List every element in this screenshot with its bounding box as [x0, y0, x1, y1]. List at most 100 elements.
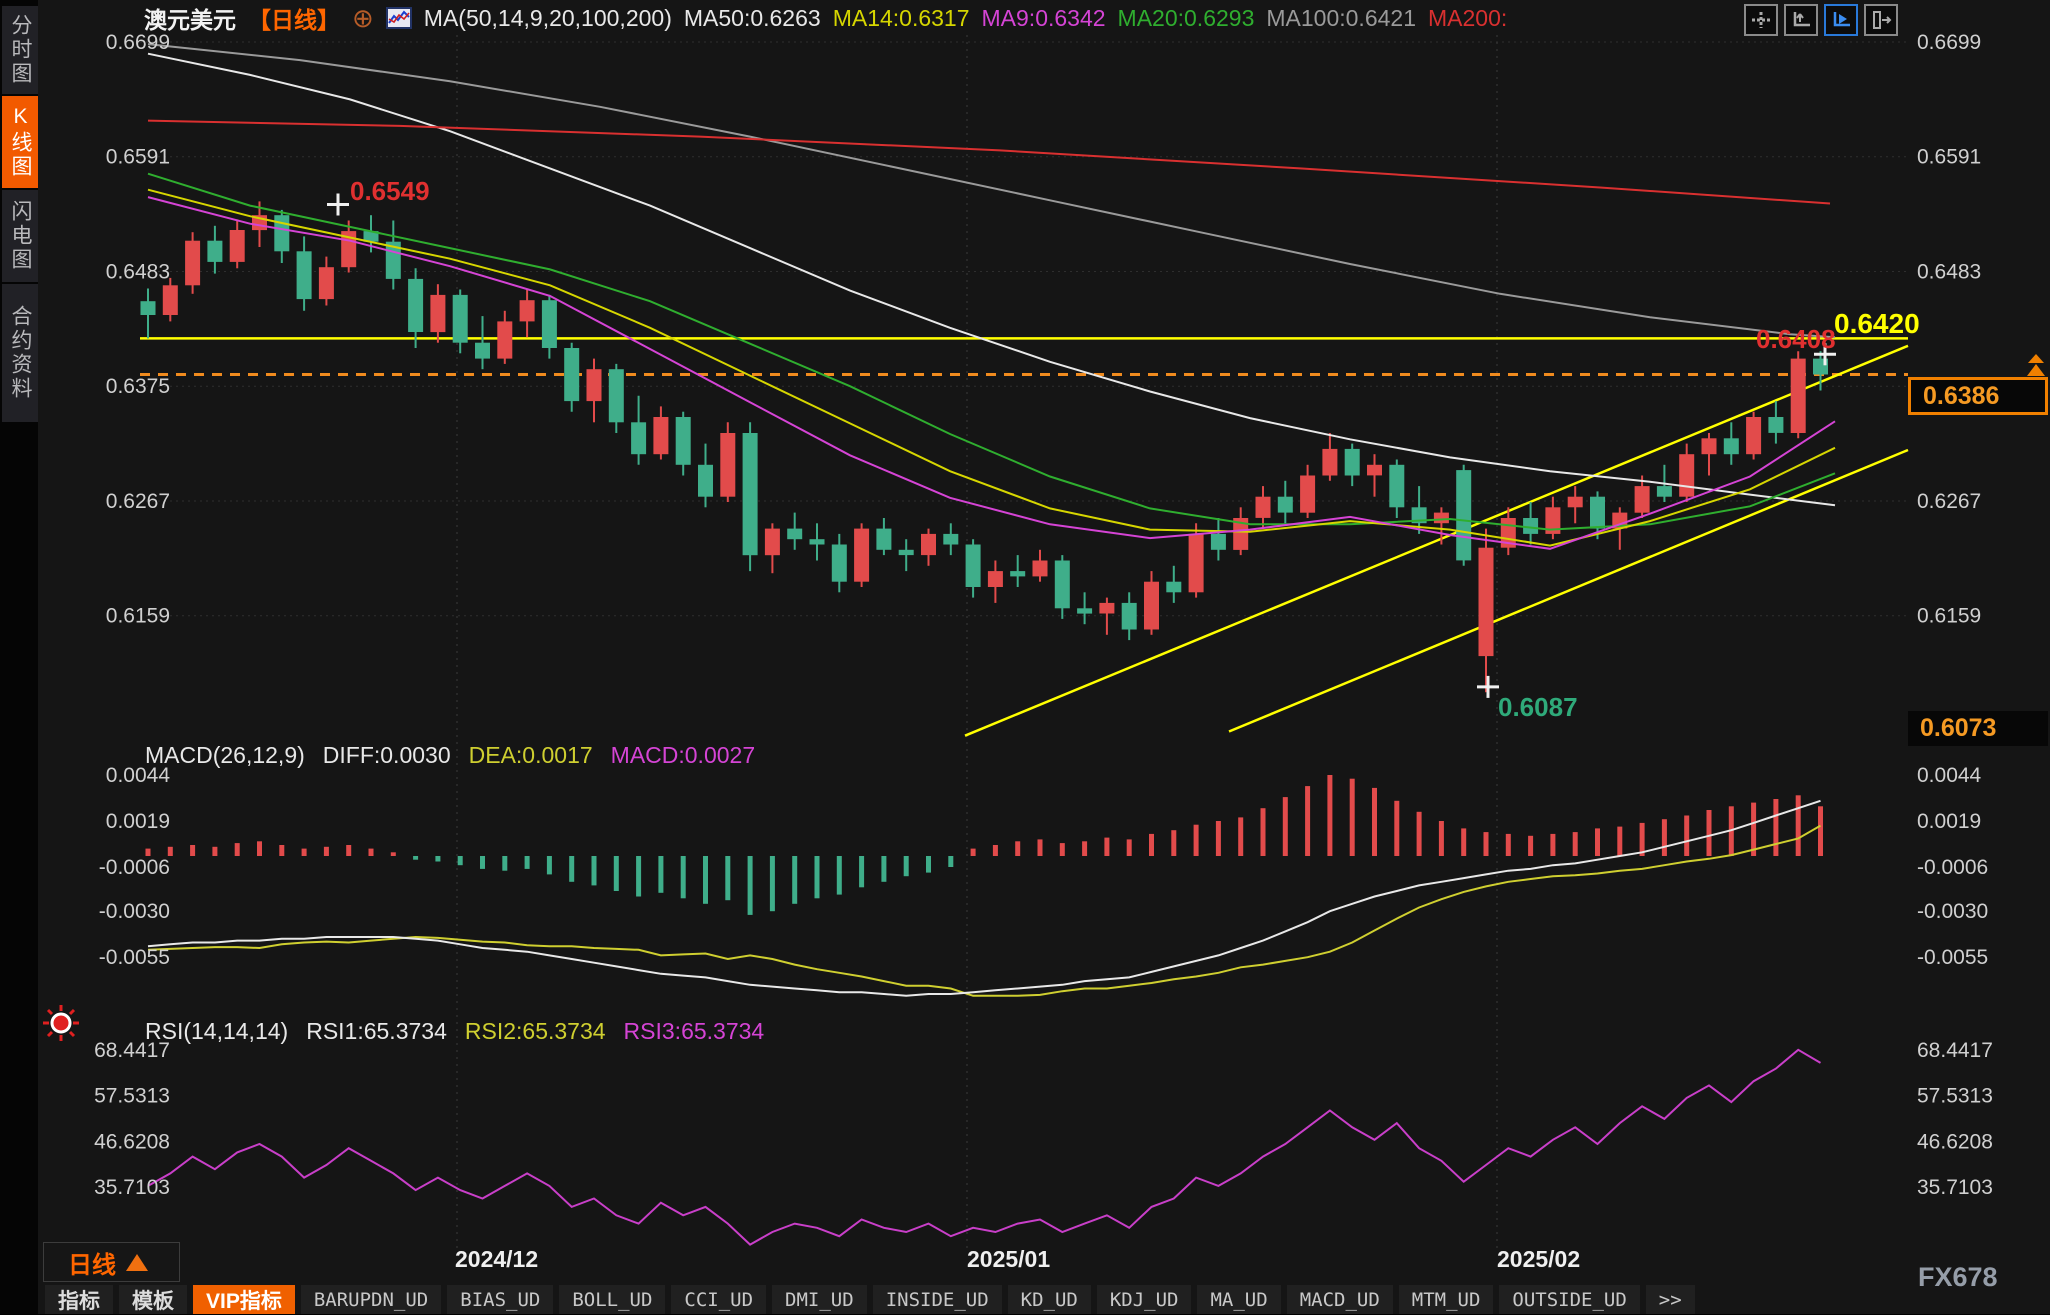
- trading-app: 分时图 K线图 闪电图 合约资料 0.66990.66990.65910.659…: [0, 0, 2050, 1314]
- svg-text:0.6159: 0.6159: [106, 605, 170, 628]
- tab-barupdn-ud[interactable]: BARUPDN_UD: [301, 1285, 441, 1314]
- svg-text:-0.0055: -0.0055: [1917, 946, 1988, 969]
- ma50-line: [148, 54, 1835, 506]
- macd-histogram: [146, 775, 1824, 915]
- svg-text:-0.0030: -0.0030: [99, 900, 170, 923]
- crosshair-target-icon[interactable]: ⊕: [352, 7, 374, 29]
- brand-watermark: FX678: [1918, 1262, 1998, 1293]
- ma20-value: MA20:0.6293: [1118, 5, 1255, 32]
- svg-text:-0.0055: -0.0055: [99, 946, 170, 969]
- svg-text:0.6699: 0.6699: [1917, 31, 1981, 54]
- svg-text:0.6159: 0.6159: [1917, 605, 1981, 628]
- tab-inside-ud[interactable]: INSIDE_UD: [873, 1285, 1002, 1314]
- macd-dea-value: DEA:0.0017: [469, 742, 593, 769]
- tab-kd-ud[interactable]: KD_UD: [1008, 1285, 1091, 1314]
- svg-text:0.6483: 0.6483: [1917, 261, 1981, 284]
- ma100-value: MA100:0.6421: [1266, 5, 1416, 32]
- pivot-markers: [327, 194, 1836, 698]
- indicator-tabbar: 指标 模板 VIP指标 BARUPDN_UD BIAS_UD BOLL_UD C…: [45, 1285, 1695, 1314]
- svg-text:0.6267: 0.6267: [106, 490, 170, 513]
- rsi3-value: RSI3:65.3734: [624, 1018, 765, 1045]
- candles: [141, 201, 1829, 692]
- tab-macd-ud[interactable]: MACD_UD: [1287, 1285, 1393, 1314]
- tab-cci-ud[interactable]: CCI_UD: [671, 1285, 766, 1314]
- svg-text:35.7103: 35.7103: [94, 1176, 170, 1199]
- x-axis-label-jan: 2025/01: [967, 1246, 1050, 1273]
- recent-high-label: 0.6408: [1756, 324, 1836, 355]
- scale-low-value: 0.6073: [1920, 714, 1996, 743]
- period-tag[interactable]: 【日线】: [248, 1, 340, 35]
- svg-text:0.0019: 0.0019: [106, 810, 170, 833]
- panel-expand-icon[interactable]: [1864, 4, 1898, 36]
- svg-text:46.6208: 46.6208: [94, 1130, 170, 1153]
- pan-tool-icon[interactable]: [1744, 4, 1778, 36]
- svg-text:68.4417: 68.4417: [1917, 1039, 1993, 1062]
- swing-high-label: 0.6549: [350, 176, 430, 207]
- ma-settings-label: MA(50,14,9,20,100,200): [424, 5, 672, 32]
- svg-text:46.6208: 46.6208: [1917, 1130, 1993, 1153]
- last-price-value: 0.6386: [1923, 382, 1999, 411]
- horizontal-levels: [140, 338, 1908, 374]
- macd-diff-value: DIFF:0.0030: [323, 742, 451, 769]
- svg-text:57.5313: 57.5313: [94, 1085, 170, 1108]
- chart-toolbar: [1744, 4, 1898, 36]
- triangle-up-icon: [126, 1254, 148, 1271]
- symbol-name: 澳元美元: [144, 1, 236, 35]
- svg-text:0.0044: 0.0044: [1917, 764, 1982, 787]
- price-up-arrow-icon: [2024, 354, 2048, 383]
- axis-scale-icon[interactable]: [1784, 4, 1818, 36]
- main-chart-svg: 0.66990.66990.65910.65910.64830.64830.63…: [0, 0, 2050, 1314]
- scale-low-badge: 0.6073: [1908, 711, 2048, 746]
- x-axis-label-feb: 2025/02: [1497, 1246, 1580, 1273]
- tab-boll-ud[interactable]: BOLL_UD: [559, 1285, 665, 1314]
- svg-text:0.6267: 0.6267: [1917, 490, 1981, 513]
- ma-lines: [148, 44, 1835, 549]
- diff-line: [148, 801, 1821, 996]
- mini-chart-icon[interactable]: [386, 7, 412, 29]
- chart-area: 0.66990.66990.65910.65910.64830.64830.63…: [38, 0, 2050, 1314]
- tab-ma-ud[interactable]: MA_UD: [1197, 1285, 1280, 1314]
- ma14-line: [148, 190, 1835, 546]
- tab-bias-ud[interactable]: BIAS_UD: [447, 1285, 553, 1314]
- macd-title: MACD(26,12,9): [145, 742, 305, 769]
- tab-kdj-ud[interactable]: KDJ_UD: [1097, 1285, 1192, 1314]
- tab-dmi-ud[interactable]: DMI_UD: [772, 1285, 867, 1314]
- x-axis-label-dec: 2024/12: [455, 1246, 538, 1273]
- svg-text:-0.0030: -0.0030: [1917, 900, 1988, 923]
- trendlines[interactable]: [965, 346, 1908, 736]
- ma14-value: MA14:0.6317: [833, 5, 970, 32]
- tab-indicator[interactable]: 指标: [45, 1285, 113, 1314]
- tab-vip-indicator[interactable]: VIP指标: [193, 1285, 295, 1314]
- ma50-value: MA50:0.6263: [684, 5, 821, 32]
- ma9-value: MA9:0.6342: [982, 5, 1106, 32]
- rsi-title: RSI(14,14,14): [145, 1018, 288, 1045]
- tab-mtm-ud[interactable]: MTM_UD: [1399, 1285, 1494, 1314]
- auto-scale-icon[interactable]: [1824, 4, 1858, 36]
- svg-text:0.6591: 0.6591: [106, 146, 170, 169]
- tab-outside-ud[interactable]: OUTSIDE_UD: [1499, 1285, 1639, 1314]
- svg-text:57.5313: 57.5313: [1917, 1085, 1993, 1108]
- chart-header: 澳元美元 【日线】 ⊕ MA(50,14,9,20,100,200) MA50:…: [144, 4, 1507, 32]
- ma9-line: [148, 197, 1835, 549]
- grid-lines: [140, 35, 1908, 1248]
- alert-flash-icon[interactable]: [40, 1002, 82, 1049]
- svg-text:0.6375: 0.6375: [106, 375, 170, 398]
- svg-text:0.6483: 0.6483: [106, 261, 170, 284]
- svg-text:-0.0006: -0.0006: [99, 856, 170, 879]
- svg-text:-0.0006: -0.0006: [1917, 856, 1988, 879]
- ma20-line: [148, 174, 1835, 530]
- ma200-value: MA200:: [1428, 5, 1507, 32]
- rsi-line: [148, 1050, 1821, 1245]
- svg-text:0.6591: 0.6591: [1917, 146, 1981, 169]
- period-selector-label: 日线: [68, 1245, 116, 1280]
- macd-macd-value: MACD:0.0027: [611, 742, 755, 769]
- rsi2-value: RSI2:65.3734: [465, 1018, 606, 1045]
- period-selector[interactable]: 日线: [43, 1242, 180, 1282]
- svg-text:35.7103: 35.7103: [1917, 1176, 1993, 1199]
- tab-template[interactable]: 模板: [119, 1285, 187, 1314]
- macd-header: MACD(26,12,9) DIFF:0.0030 DEA:0.0017 MAC…: [145, 742, 755, 769]
- tab-more[interactable]: >>: [1646, 1285, 1695, 1314]
- swing-low-label: 0.6087: [1498, 692, 1578, 723]
- rsi1-value: RSI1:65.3734: [306, 1018, 447, 1045]
- resistance-label: 0.6420: [1834, 308, 1920, 340]
